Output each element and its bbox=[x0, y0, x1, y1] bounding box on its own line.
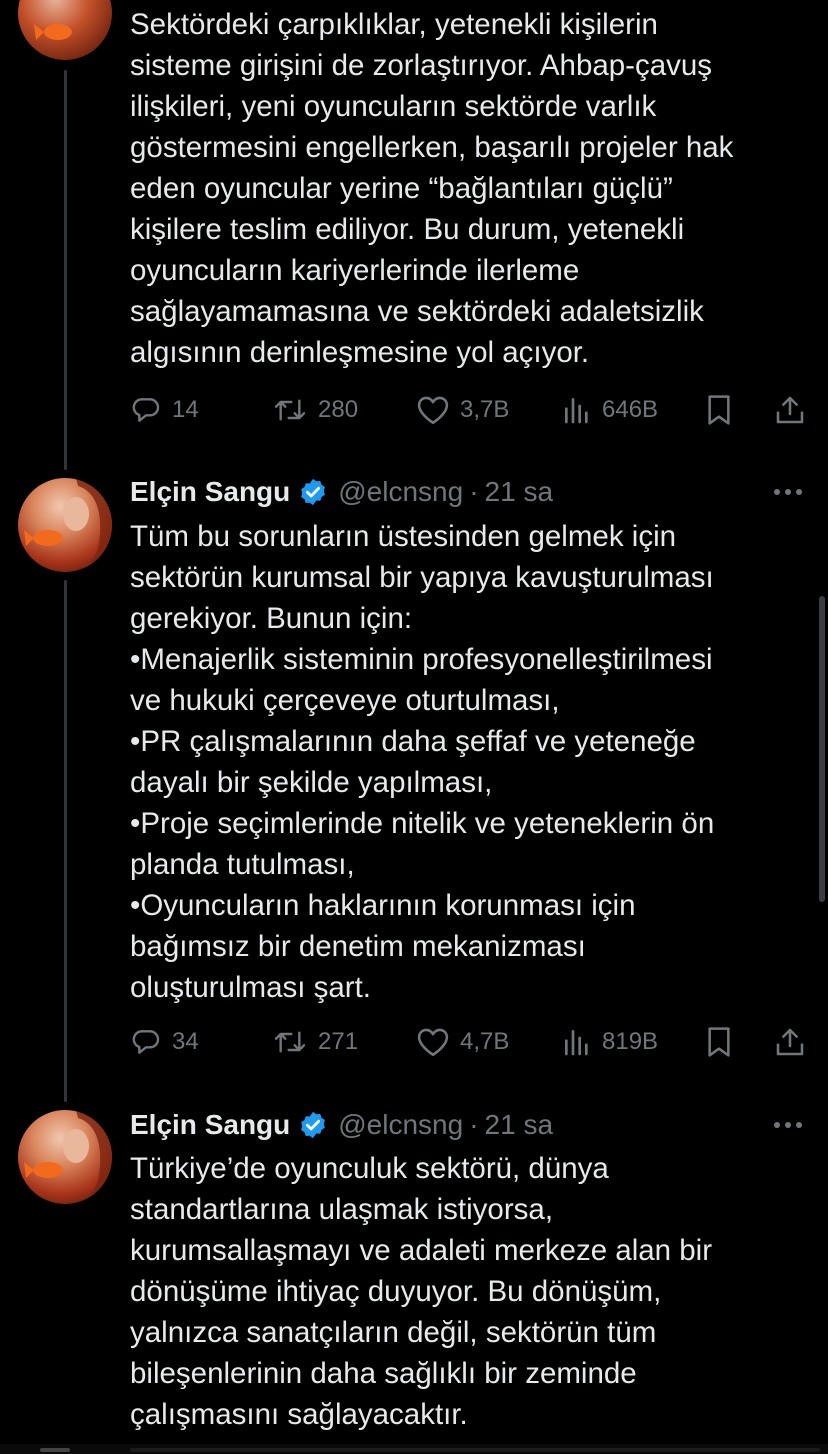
views-count: 819B bbox=[602, 1028, 659, 1055]
bookmark-button[interactable] bbox=[704, 1022, 744, 1062]
retweet-button[interactable]: 280 bbox=[272, 390, 358, 430]
avatar[interactable] bbox=[18, 1110, 112, 1204]
views-count: 646B bbox=[602, 396, 659, 423]
bottom-edge bbox=[0, 1444, 828, 1454]
avatar[interactable] bbox=[18, 478, 112, 572]
tweet-text: Türkiye’de oyunculuk sektörü, dünya stan… bbox=[130, 1152, 713, 1431]
next-item-edge bbox=[130, 1448, 820, 1452]
tweet-header: Elçin Sangu @elcnsng · 21 sa bbox=[130, 472, 808, 512]
bookmark-icon bbox=[708, 395, 730, 425]
display-name[interactable]: Elçin Sangu bbox=[130, 1109, 290, 1141]
timestamp[interactable]: 21 sa bbox=[485, 1109, 554, 1141]
retweet-count: 280 bbox=[318, 396, 359, 423]
like-count: 3,7B bbox=[460, 396, 510, 423]
tweet-text: Sektördeki çarpıklıklar, yetenekli kişil… bbox=[130, 8, 734, 369]
avatar[interactable] bbox=[18, 0, 112, 60]
handle[interactable]: @elcnsng bbox=[338, 1109, 463, 1141]
retweet-button[interactable]: 271 bbox=[272, 1022, 358, 1062]
tweet-actions: 34 271 4,7B 819B bbox=[130, 1022, 810, 1062]
views-icon bbox=[565, 1030, 588, 1056]
reply-icon bbox=[132, 1030, 160, 1054]
more-icon bbox=[774, 1122, 802, 1128]
share-icon bbox=[776, 1028, 804, 1056]
tweet-actions: 14 280 3,7B 646B bbox=[130, 390, 810, 430]
retweet-icon bbox=[274, 399, 306, 421]
heart-icon bbox=[417, 396, 449, 425]
reply-button[interactable]: 34 bbox=[130, 1022, 199, 1062]
heart-icon bbox=[417, 1028, 449, 1057]
display-name[interactable]: Elçin Sangu bbox=[130, 476, 290, 508]
bookmark-button[interactable] bbox=[704, 390, 744, 430]
separator-dot: · bbox=[469, 476, 479, 507]
more-button[interactable] bbox=[768, 472, 808, 512]
retweet-icon bbox=[274, 1031, 306, 1053]
like-count: 4,7B bbox=[460, 1028, 510, 1055]
thread-line bbox=[64, 580, 67, 1102]
reply-icon bbox=[132, 398, 160, 422]
share-button[interactable] bbox=[774, 390, 816, 430]
reply-button[interactable]: 14 bbox=[130, 390, 199, 430]
views-button[interactable]: 646B bbox=[562, 390, 658, 430]
separator-dot: · bbox=[469, 1109, 479, 1140]
views-button[interactable]: 819B bbox=[562, 1022, 658, 1062]
reply-count: 34 bbox=[172, 1028, 199, 1055]
scrollbar[interactable] bbox=[819, 596, 825, 902]
share-button[interactable] bbox=[774, 1022, 816, 1062]
tweet-text: Tüm bu sorunların üstesinden gelmek için… bbox=[130, 520, 715, 1004]
views-icon bbox=[565, 398, 588, 424]
timestamp[interactable]: 21 sa bbox=[485, 476, 554, 508]
share-icon bbox=[776, 396, 804, 424]
retweet-count: 271 bbox=[318, 1028, 359, 1055]
more-button[interactable] bbox=[768, 1105, 808, 1145]
like-button[interactable]: 4,7B bbox=[416, 1022, 509, 1062]
thread-page: Sektördeki çarpıklıklar, yetenekli kişil… bbox=[0, 0, 828, 1454]
more-icon bbox=[774, 489, 802, 495]
avatar-edge bbox=[40, 1448, 70, 1452]
verified-badge-icon[interactable] bbox=[298, 477, 328, 507]
bookmark-icon bbox=[708, 1027, 730, 1057]
tweet-header: Elçin Sangu @elcnsng · 21 sa bbox=[130, 1105, 808, 1145]
handle[interactable]: @elcnsng bbox=[338, 476, 463, 508]
reply-count: 14 bbox=[172, 396, 199, 423]
like-button[interactable]: 3,7B bbox=[416, 390, 509, 430]
verified-badge-icon[interactable] bbox=[298, 1110, 328, 1140]
thread-line bbox=[64, 70, 67, 470]
